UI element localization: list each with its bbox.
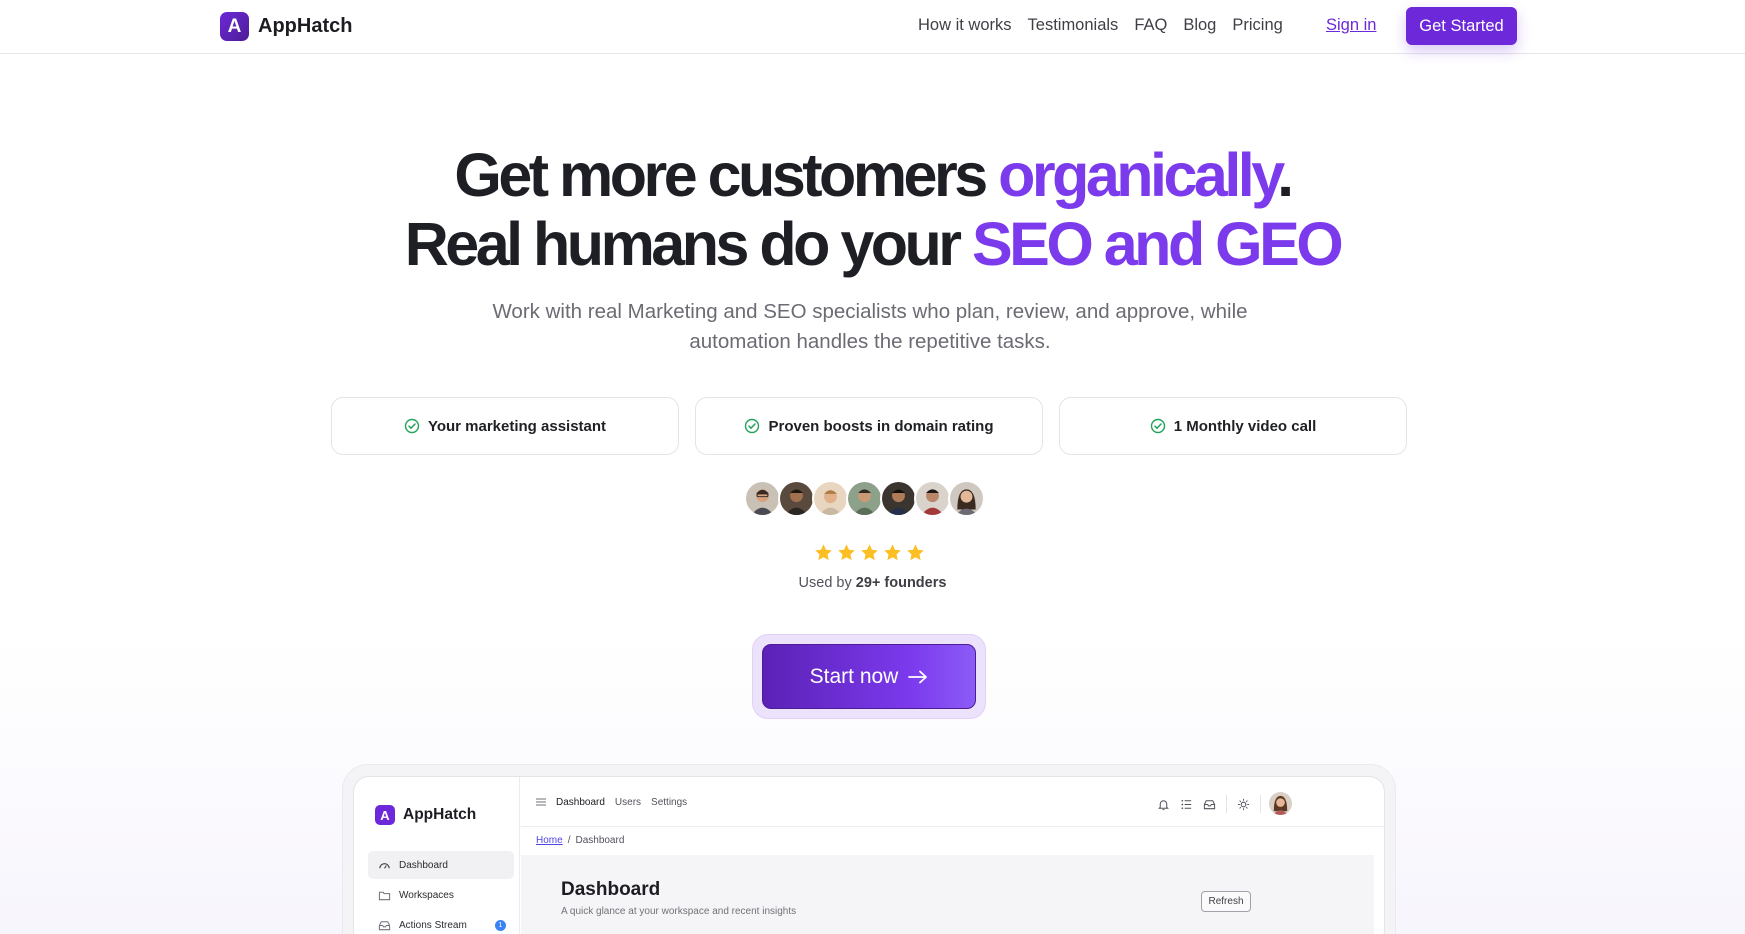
- bell-icon[interactable]: [1157, 798, 1170, 811]
- avatar: [948, 480, 985, 517]
- star-icon: [884, 544, 901, 561]
- avatar: [812, 480, 849, 517]
- check-circle-icon: [1150, 418, 1165, 434]
- preview-toolbar-icons: [1157, 795, 1261, 813]
- used-by-count: 29+ founders: [855, 575, 947, 591]
- sidebar-item-label: Actions Stream: [399, 919, 467, 931]
- nav-link-blog[interactable]: Blog: [1183, 16, 1216, 35]
- headline-text: Real humans do your: [404, 210, 972, 278]
- feature-label: Your marketing assistant: [427, 417, 607, 435]
- hero-headline-line2: Real humans do your SEO and GEO: [0, 209, 1745, 279]
- avatar: [880, 480, 917, 517]
- headline-accent: organically: [998, 141, 1281, 209]
- feature-label: 1 Monthly video call: [1173, 417, 1317, 435]
- headline-text: Get more customers: [454, 141, 999, 209]
- preview-brand-logo: A AppHatch: [375, 805, 476, 825]
- breadcrumb-current: Dashboard: [575, 835, 625, 846]
- check-circle-icon: [404, 418, 420, 434]
- nav-link-pricing[interactable]: Pricing: [1232, 16, 1282, 35]
- breadcrumb: Home / Dashboard: [536, 835, 624, 846]
- tab-users[interactable]: Users: [615, 797, 641, 808]
- page-subtitle: A quick glance at your workspace and rec…: [561, 906, 797, 917]
- page-title: Dashboard: [561, 879, 661, 900]
- feature-label: Proven boosts in domain rating: [768, 417, 994, 435]
- avatar: [744, 480, 781, 517]
- arrow-right-icon: [908, 670, 928, 683]
- used-by-text: Used by 29+ founders: [0, 575, 1745, 591]
- user-avatar[interactable]: [1269, 792, 1292, 815]
- feature-pill: Proven boosts in domain rating: [695, 397, 1043, 455]
- toolbar-divider: [1260, 795, 1261, 813]
- toolbar-divider: [1226, 795, 1227, 813]
- inbox-icon[interactable]: [1203, 798, 1216, 811]
- founder-avatars: [744, 480, 985, 517]
- used-by-prefix: Used by: [798, 575, 856, 591]
- menu-icon[interactable]: [535, 796, 547, 808]
- preview-tabs: Dashboard Users Settings: [556, 797, 687, 808]
- inbox-icon: [378, 920, 391, 930]
- nav-link-testimonials[interactable]: Testimonials: [1028, 16, 1119, 35]
- app-preview: A AppHatch Dashboard Workspaces Actions …: [353, 776, 1385, 934]
- brand-logo[interactable]: A AppHatch: [220, 12, 352, 41]
- preview-main-content: Dashboard A quick glance at your workspa…: [521, 855, 1374, 934]
- preview-topbar: Dashboard Users Settings: [521, 777, 1384, 827]
- refresh-button[interactable]: Refresh: [1201, 891, 1251, 912]
- dashboard-icon: [379, 862, 390, 869]
- start-now-button[interactable]: Start now: [762, 644, 976, 709]
- headline-period: .: [1277, 141, 1294, 209]
- avatar: [914, 480, 951, 517]
- breadcrumb-home-link[interactable]: Home: [536, 835, 563, 846]
- feature-pill: Your marketing assistant: [331, 397, 679, 455]
- check-circle-icon: [745, 418, 760, 434]
- list-icon[interactable]: [1180, 798, 1193, 811]
- preview-brand-name: AppHatch: [403, 806, 477, 823]
- hero-subtitle: Work with real Marketing and SEO special…: [492, 300, 1248, 353]
- top-navbar: A AppHatch How it works Testimonials FAQ…: [0, 0, 1745, 54]
- preview-sidebar: A AppHatch Dashboard Workspaces Actions …: [354, 777, 520, 934]
- get-started-button[interactable]: Get Started: [1406, 7, 1517, 45]
- sidebar-item-dashboard[interactable]: Dashboard: [368, 851, 514, 879]
- feature-pill: 1 Monthly video call: [1059, 397, 1407, 455]
- star-icon: [838, 544, 855, 561]
- hero-headline-line1: Get more customers organically.: [0, 140, 1745, 210]
- logo-mark-icon: A: [375, 805, 395, 825]
- tab-dashboard[interactable]: Dashboard: [556, 797, 605, 808]
- sidebar-item-label: Workspaces: [399, 889, 454, 901]
- avatar: [778, 480, 815, 517]
- rating-stars: [814, 543, 925, 562]
- sidebar-item-workspaces[interactable]: Workspaces: [368, 881, 514, 909]
- sun-icon[interactable]: [1237, 798, 1250, 811]
- tab-settings[interactable]: Settings: [651, 797, 687, 808]
- cta-label: Start now: [809, 664, 899, 688]
- avatar: [846, 480, 883, 517]
- star-icon: [907, 544, 924, 561]
- nav-link-faq[interactable]: FAQ: [1134, 16, 1167, 35]
- breadcrumb-separator: /: [567, 835, 571, 846]
- nav-links: How it works Testimonials FAQ Blog Prici…: [918, 16, 1283, 35]
- headline-accent: SEO and GEO: [971, 210, 1344, 278]
- sign-in-link[interactable]: Sign in: [1326, 16, 1376, 35]
- star-icon: [861, 544, 878, 561]
- star-icon: [815, 544, 832, 561]
- sidebar-item-label: Dashboard: [399, 859, 448, 871]
- sidebar-item-actions-stream[interactable]: Actions Stream 1: [368, 911, 514, 934]
- brand-name: AppHatch: [258, 15, 353, 37]
- folder-icon: [378, 891, 391, 900]
- logo-mark-icon: A: [220, 12, 249, 41]
- nav-link-how-it-works[interactable]: How it works: [918, 16, 1012, 35]
- notification-badge: 1: [495, 919, 506, 931]
